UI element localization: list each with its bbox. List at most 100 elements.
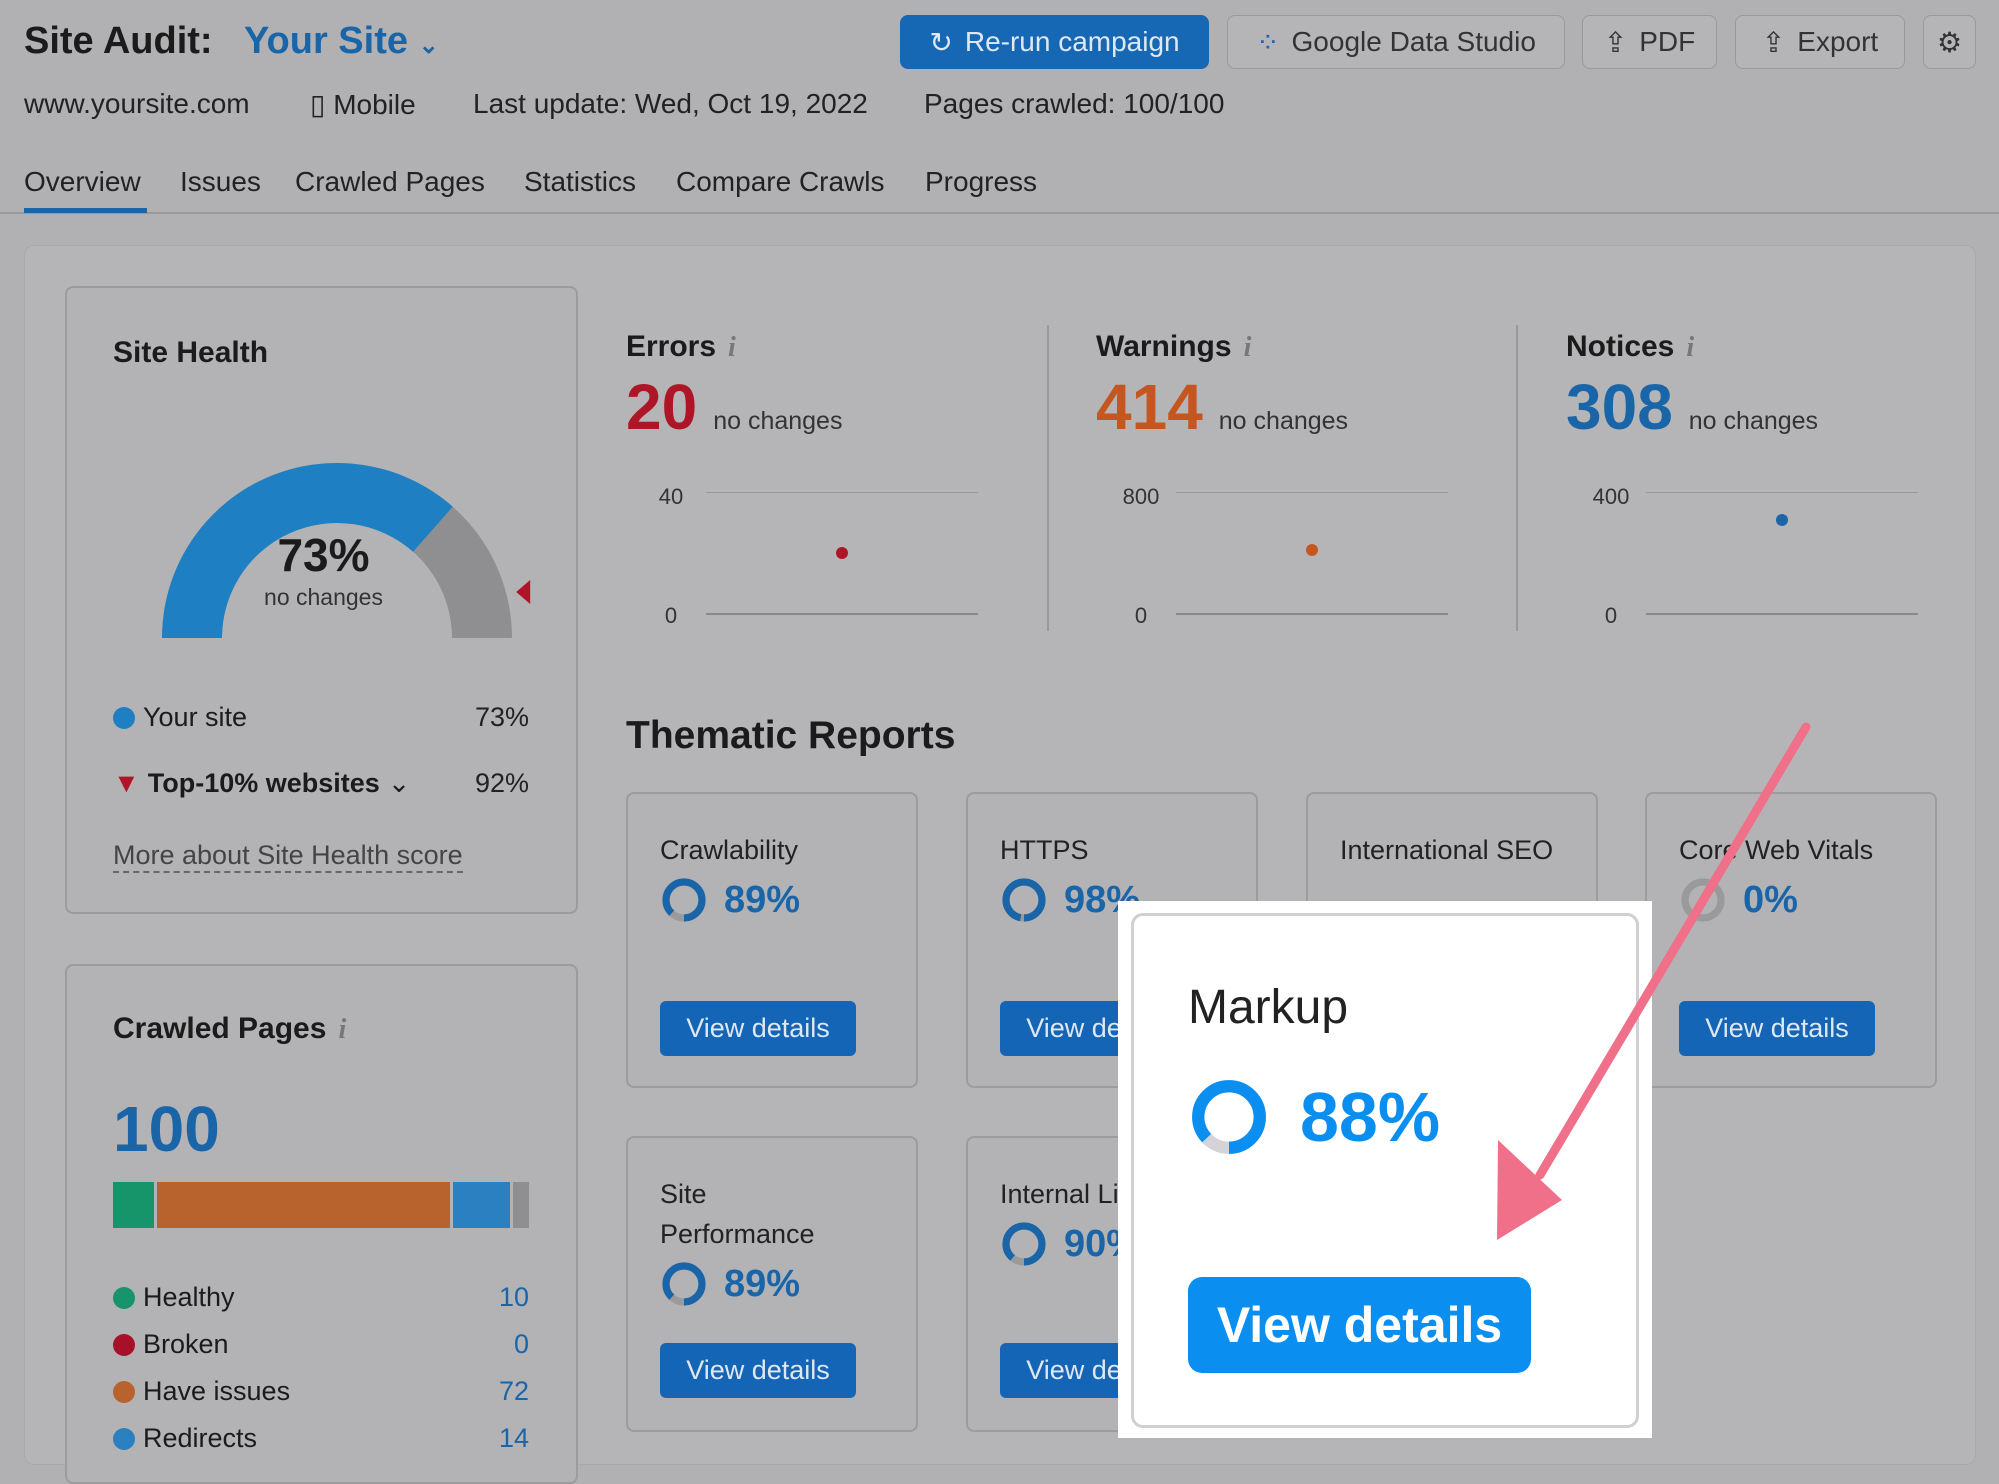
legend-value: 73%	[474, 702, 529, 732]
title-text: Crawled Pages	[113, 1012, 327, 1045]
axis-tick-label: 0	[664, 603, 678, 628]
red-triangle-icon: ▼	[113, 768, 140, 798]
crawled-pages-card: Crawled Pages i 100 Healthy 10 Broken 0 Have …	[65, 964, 578, 1484]
tab-compare-crawls[interactable]: Compare Crawls	[676, 166, 885, 198]
donut-value	[1002, 878, 1046, 922]
info-icon[interactable]: i	[728, 332, 736, 363]
site-health-title: Site Health	[113, 336, 269, 369]
tab-progress[interactable]: Progress	[925, 166, 1037, 198]
crawled-pages-bar	[113, 1182, 530, 1228]
last-update: Last update: Wed, Oct 19, 2022	[473, 88, 868, 119]
legend-dot-icon	[113, 1380, 135, 1403]
report-title: International SEO	[1340, 835, 1554, 865]
axis-tick-label: 0	[1134, 603, 1148, 628]
report-donut-icon	[1002, 1222, 1046, 1266]
legend-label: Broken	[143, 1329, 229, 1359]
metric-value-row: 414 no changes	[1096, 370, 1348, 444]
google-data-studio-button[interactable]: ⁘ Google Data Studio	[1227, 15, 1565, 69]
donut-track	[1681, 878, 1725, 922]
metric-value[interactable]: 308	[1566, 370, 1673, 444]
legend-label: Your site	[143, 702, 248, 732]
page-title: Site Audit:	[24, 20, 213, 62]
bar-segment[interactable]	[452, 1182, 510, 1228]
legend-item[interactable]: Healthy 10	[113, 1282, 529, 1313]
bar-segment[interactable]	[113, 1182, 154, 1228]
info-icon[interactable]: i	[1244, 332, 1252, 363]
legend-dot-icon	[113, 1286, 135, 1309]
info-icon[interactable]: i	[1686, 332, 1694, 363]
tab-crawled-pages[interactable]: Crawled Pages	[295, 166, 485, 198]
legend-value: 10	[498, 1282, 529, 1312]
markup-value: 88%	[1300, 1078, 1441, 1156]
button-label: PDF	[1639, 26, 1696, 57]
thematic-reports-title: Thematic Reports	[626, 714, 956, 757]
pdf-button[interactable]: ⇪ PDF	[1582, 15, 1717, 69]
report-title: Core Web Vitals	[1679, 835, 1874, 865]
legend-label: Top-10% websites	[147, 768, 380, 798]
site-health-change: no changes	[264, 584, 383, 610]
legend-label: Redirects	[143, 1423, 258, 1453]
legend-value: 14	[498, 1423, 529, 1453]
report-value: 89%	[724, 878, 801, 921]
legend-value: 72	[498, 1376, 529, 1406]
chevron-down-icon: ⌄	[387, 768, 411, 798]
site-health-link[interactable]: More about Site Health score	[113, 840, 463, 873]
metric-value[interactable]: 414	[1096, 370, 1203, 444]
gear-icon: ⚙	[1936, 26, 1963, 58]
legend-value: 92%	[474, 768, 529, 798]
info-icon[interactable]: i	[338, 1014, 346, 1045]
data-point[interactable]	[836, 546, 848, 559]
project-selector[interactable]: Your Site ⌄	[244, 20, 439, 63]
bar-segment[interactable]	[512, 1182, 530, 1228]
metric-value[interactable]: 20	[626, 370, 697, 444]
crawled-pages-total: 100	[113, 1093, 220, 1165]
markup-score: 88%	[1188, 1076, 1440, 1158]
legend-item[interactable]: Have issues 72	[113, 1376, 529, 1407]
legend-your-site: Your site 73%	[113, 702, 529, 733]
report-card: Site Performance 89% View details	[626, 1136, 918, 1432]
legend-item[interactable]: Redirects 14	[113, 1423, 529, 1454]
device-mobile: ▯ Mobile	[310, 88, 416, 121]
site-health-value: 73%	[277, 529, 370, 581]
axis-line	[1176, 613, 1448, 615]
markup-card: Markup 88% View details	[1131, 913, 1639, 1428]
device-label: Mobile	[333, 89, 416, 120]
tab-issues[interactable]: Issues	[180, 166, 261, 198]
rerun-campaign-button[interactable]: ↻ Re-run campaign	[900, 15, 1209, 69]
site-domain: www.yoursite.com	[24, 88, 250, 119]
donut-value	[662, 878, 706, 922]
axis-tick-label: 800	[1122, 484, 1160, 509]
data-point[interactable]	[1776, 513, 1788, 526]
settings-button[interactable]: ⚙	[1923, 15, 1976, 69]
refresh-icon: ↻	[929, 26, 953, 58]
legend-dot-icon	[113, 1333, 135, 1356]
grid-line	[1646, 492, 1918, 493]
pages-crawled: Pages crawled: 100/100	[924, 88, 1225, 119]
bar-segment[interactable]	[156, 1182, 450, 1228]
report-title: HTTPS	[1000, 835, 1089, 865]
mobile-icon: ▯	[310, 89, 326, 120]
report-card: Core Web Vitals 0% View details	[1645, 792, 1937, 1088]
tab-statistics[interactable]: Statistics	[524, 166, 636, 198]
legend-label: Healthy	[143, 1282, 235, 1312]
report-donut-icon	[662, 1262, 706, 1306]
axis-line	[706, 613, 978, 615]
report-title: Crawlability	[660, 835, 799, 865]
legend-value: 0	[513, 1329, 529, 1359]
tabs-divider	[0, 212, 1999, 214]
legend-top10[interactable]: ▼ Top-10% websites ⌄ 92%	[113, 768, 529, 799]
legend-item[interactable]: Broken 0	[113, 1329, 529, 1360]
tab-overview[interactable]: Overview	[24, 166, 141, 198]
upload-icon: ⇪	[1761, 26, 1786, 58]
view-details-button[interactable]: View details	[1679, 1001, 1875, 1056]
markup-view-details-button[interactable]: View details	[1188, 1277, 1531, 1373]
title-text: Warnings	[1096, 330, 1232, 363]
view-details-button[interactable]: View details	[660, 1343, 856, 1398]
project-name: Your Site	[244, 20, 408, 62]
view-details-button[interactable]: View details	[660, 1001, 856, 1056]
report-card: Crawlability 89% View details	[626, 792, 918, 1088]
metric-change: no changes	[713, 407, 843, 435]
metric-change: no changes	[1218, 407, 1349, 435]
export-button[interactable]: ⇪ Export	[1735, 15, 1905, 69]
axis-line	[1646, 613, 1918, 615]
